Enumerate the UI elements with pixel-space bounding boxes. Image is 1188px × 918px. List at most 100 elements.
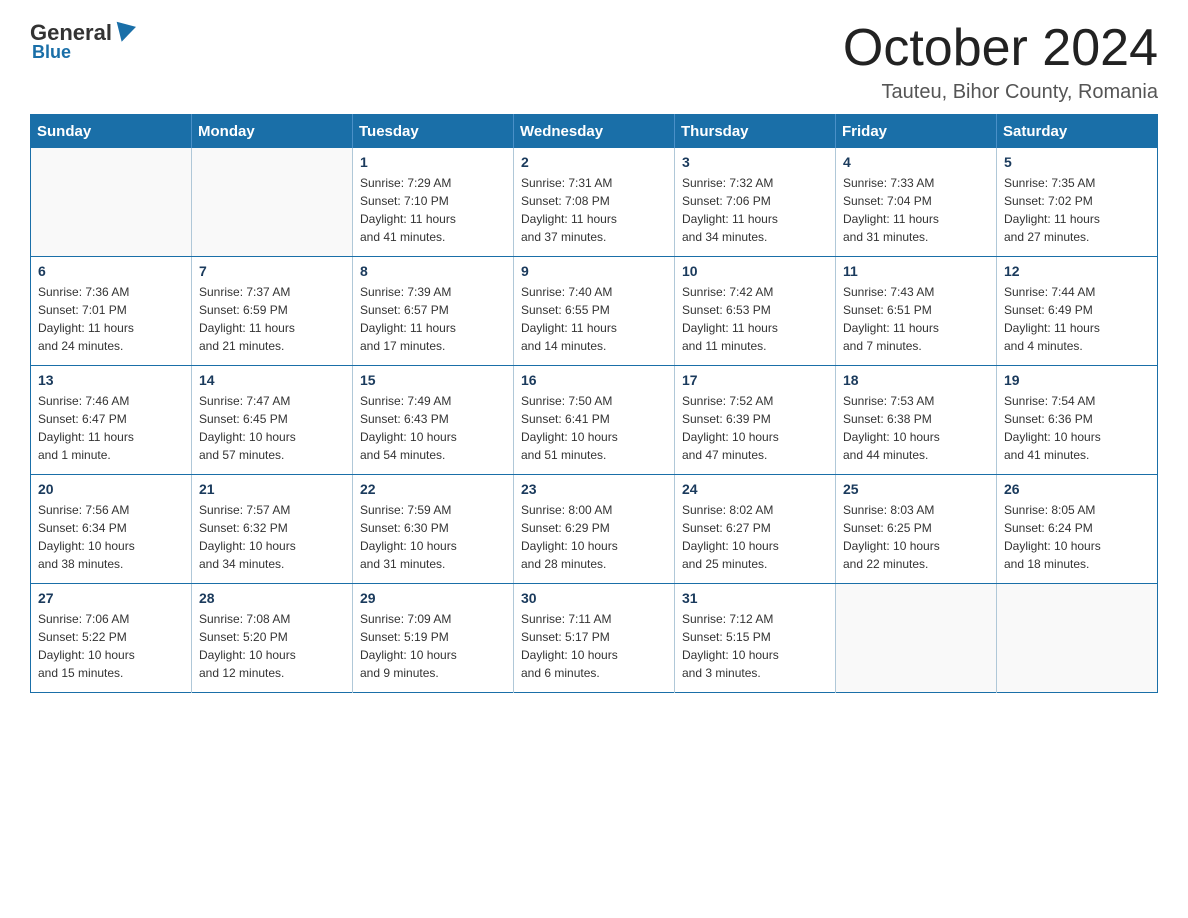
day-number: 15 xyxy=(360,372,506,388)
day-info: Sunrise: 7:11 AMSunset: 5:17 PMDaylight:… xyxy=(521,610,667,682)
calendar-cell: 16Sunrise: 7:50 AMSunset: 6:41 PMDayligh… xyxy=(514,366,675,475)
day-info: Sunrise: 7:57 AMSunset: 6:32 PMDaylight:… xyxy=(199,501,345,573)
weekday-header-wednesday: Wednesday xyxy=(514,115,675,149)
calendar-cell: 8 Sunrise: 7:39 AMSunset: 6:57 PMDaylight… xyxy=(353,257,514,366)
calendar-cell xyxy=(192,148,353,257)
day-number: 10 xyxy=(682,263,828,279)
weekday-header-saturday: Saturday xyxy=(997,115,1158,149)
day-number: 19 xyxy=(1004,372,1150,388)
calendar-week-row: 13 Sunrise: 7:46 AMSunset: 6:47 PMDayligh… xyxy=(31,366,1158,475)
calendar-cell: 5 Sunrise: 7:35 AMSunset: 7:02 PMDaylight… xyxy=(997,148,1158,257)
calendar-cell xyxy=(31,148,192,257)
day-number: 13 xyxy=(38,372,184,388)
calendar-cell: 14 Sunrise: 7:47 AMSunset: 6:45 PMDayligh… xyxy=(192,366,353,475)
calendar-cell: 11 Sunrise: 7:43 AMSunset: 6:51 PMDayligh… xyxy=(836,257,997,366)
day-number: 23 xyxy=(521,481,667,497)
day-number: 12 xyxy=(1004,263,1150,279)
calendar-cell: 29 Sunrise: 7:09 AMSunset: 5:19 PMDayligh… xyxy=(353,584,514,693)
day-info: Sunrise: 7:08 AMSunset: 5:20 PMDaylight:… xyxy=(199,610,345,682)
calendar-cell: 31Sunrise: 7:12 AMSunset: 5:15 PMDayligh… xyxy=(675,584,836,693)
day-number: 9 xyxy=(521,263,667,279)
title-section: October 2024 Tauteu, Bihor County, Roman… xyxy=(843,20,1158,104)
day-info: Sunrise: 7:29 AMSunset: 7:10 PMDaylight:… xyxy=(360,174,506,246)
day-number: 6 xyxy=(38,263,184,279)
day-info: Sunrise: 7:54 AMSunset: 6:36 PMDaylight:… xyxy=(1004,392,1150,464)
day-number: 20 xyxy=(38,481,184,497)
calendar-cell: 3 Sunrise: 7:32 AMSunset: 7:06 PMDaylight… xyxy=(675,148,836,257)
day-info: Sunrise: 7:53 AMSunset: 6:38 PMDaylight:… xyxy=(843,392,989,464)
calendar-cell: 24Sunrise: 8:02 AMSunset: 6:27 PMDayligh… xyxy=(675,475,836,584)
weekday-header-sunday: Sunday xyxy=(31,115,192,149)
day-info: Sunrise: 7:59 AMSunset: 6:30 PMDaylight:… xyxy=(360,501,506,573)
calendar-cell: 21 Sunrise: 7:57 AMSunset: 6:32 PMDayligh… xyxy=(192,475,353,584)
day-number: 21 xyxy=(199,481,345,497)
day-info: Sunrise: 7:37 AMSunset: 6:59 PMDaylight:… xyxy=(199,283,345,355)
calendar-cell: 4Sunrise: 7:33 AMSunset: 7:04 PMDaylight… xyxy=(836,148,997,257)
day-number: 29 xyxy=(360,590,506,606)
calendar-cell: 2Sunrise: 7:31 AMSunset: 7:08 PMDaylight… xyxy=(514,148,675,257)
calendar-cell: 18 Sunrise: 7:53 AMSunset: 6:38 PMDayligh… xyxy=(836,366,997,475)
day-number: 14 xyxy=(199,372,345,388)
calendar-cell: 27 Sunrise: 7:06 AMSunset: 5:22 PMDayligh… xyxy=(31,584,192,693)
calendar-cell xyxy=(836,584,997,693)
logo: General Blue xyxy=(30,20,136,63)
day-number: 28 xyxy=(199,590,345,606)
calendar-cell: 17Sunrise: 7:52 AMSunset: 6:39 PMDayligh… xyxy=(675,366,836,475)
day-info: Sunrise: 7:32 AMSunset: 7:06 PMDaylight:… xyxy=(682,174,828,246)
day-info: Sunrise: 7:35 AMSunset: 7:02 PMDaylight:… xyxy=(1004,174,1150,246)
day-number: 22 xyxy=(360,481,506,497)
calendar-cell xyxy=(997,584,1158,693)
logo-blue-text: Blue xyxy=(32,42,71,63)
calendar-cell: 15 Sunrise: 7:49 AMSunset: 6:43 PMDayligh… xyxy=(353,366,514,475)
calendar-cell: 28 Sunrise: 7:08 AMSunset: 5:20 PMDayligh… xyxy=(192,584,353,693)
month-title: October 2024 xyxy=(843,20,1158,77)
day-info: Sunrise: 7:43 AMSunset: 6:51 PMDaylight:… xyxy=(843,283,989,355)
calendar-cell: 13 Sunrise: 7:46 AMSunset: 6:47 PMDayligh… xyxy=(31,366,192,475)
calendar-cell: 1 Sunrise: 7:29 AMSunset: 7:10 PMDaylight… xyxy=(353,148,514,257)
calendar-cell: 23 Sunrise: 8:00 AMSunset: 6:29 PMDayligh… xyxy=(514,475,675,584)
day-info: Sunrise: 7:52 AMSunset: 6:39 PMDaylight:… xyxy=(682,392,828,464)
day-info: Sunrise: 7:09 AMSunset: 5:19 PMDaylight:… xyxy=(360,610,506,682)
day-info: Sunrise: 7:46 AMSunset: 6:47 PMDaylight:… xyxy=(38,392,184,464)
day-number: 27 xyxy=(38,590,184,606)
day-info: Sunrise: 7:33 AMSunset: 7:04 PMDaylight:… xyxy=(843,174,989,246)
calendar-week-row: 20 Sunrise: 7:56 AMSunset: 6:34 PMDayligh… xyxy=(31,475,1158,584)
calendar-week-row: 1 Sunrise: 7:29 AMSunset: 7:10 PMDaylight… xyxy=(31,148,1158,257)
day-info: Sunrise: 7:44 AMSunset: 6:49 PMDaylight:… xyxy=(1004,283,1150,355)
day-number: 1 xyxy=(360,154,506,170)
day-number: 8 xyxy=(360,263,506,279)
weekday-header-row: SundayMondayTuesdayWednesdayThursdayFrid… xyxy=(31,115,1158,149)
calendar-cell: 12 Sunrise: 7:44 AMSunset: 6:49 PMDayligh… xyxy=(997,257,1158,366)
day-number: 25 xyxy=(843,481,989,497)
calendar-cell: 6Sunrise: 7:36 AMSunset: 7:01 PMDaylight… xyxy=(31,257,192,366)
day-info: Sunrise: 7:56 AMSunset: 6:34 PMDaylight:… xyxy=(38,501,184,573)
day-number: 3 xyxy=(682,154,828,170)
day-number: 30 xyxy=(521,590,667,606)
location-subtitle: Tauteu, Bihor County, Romania xyxy=(843,81,1158,104)
day-info: Sunrise: 7:39 AMSunset: 6:57 PMDaylight:… xyxy=(360,283,506,355)
calendar-cell: 30 Sunrise: 7:11 AMSunset: 5:17 PMDayligh… xyxy=(514,584,675,693)
day-info: Sunrise: 8:00 AMSunset: 6:29 PMDaylight:… xyxy=(521,501,667,573)
day-info: Sunrise: 7:49 AMSunset: 6:43 PMDaylight:… xyxy=(360,392,506,464)
calendar-cell: 9 Sunrise: 7:40 AMSunset: 6:55 PMDaylight… xyxy=(514,257,675,366)
day-number: 5 xyxy=(1004,154,1150,170)
day-number: 26 xyxy=(1004,481,1150,497)
day-info: Sunrise: 7:40 AMSunset: 6:55 PMDaylight:… xyxy=(521,283,667,355)
calendar-week-row: 27 Sunrise: 7:06 AMSunset: 5:22 PMDayligh… xyxy=(31,584,1158,693)
calendar-cell: 19 Sunrise: 7:54 AMSunset: 6:36 PMDayligh… xyxy=(997,366,1158,475)
day-number: 18 xyxy=(843,372,989,388)
weekday-header-thursday: Thursday xyxy=(675,115,836,149)
day-number: 24 xyxy=(682,481,828,497)
calendar-cell: 7 Sunrise: 7:37 AMSunset: 6:59 PMDaylight… xyxy=(192,257,353,366)
logo-triangle-icon xyxy=(112,22,136,45)
calendar-cell: 10Sunrise: 7:42 AMSunset: 6:53 PMDayligh… xyxy=(675,257,836,366)
day-number: 2 xyxy=(521,154,667,170)
weekday-header-monday: Monday xyxy=(192,115,353,149)
day-number: 7 xyxy=(199,263,345,279)
day-info: Sunrise: 7:47 AMSunset: 6:45 PMDaylight:… xyxy=(199,392,345,464)
weekday-header-friday: Friday xyxy=(836,115,997,149)
weekday-header-tuesday: Tuesday xyxy=(353,115,514,149)
day-info: Sunrise: 7:06 AMSunset: 5:22 PMDaylight:… xyxy=(38,610,184,682)
calendar-cell: 20 Sunrise: 7:56 AMSunset: 6:34 PMDayligh… xyxy=(31,475,192,584)
day-number: 11 xyxy=(843,263,989,279)
